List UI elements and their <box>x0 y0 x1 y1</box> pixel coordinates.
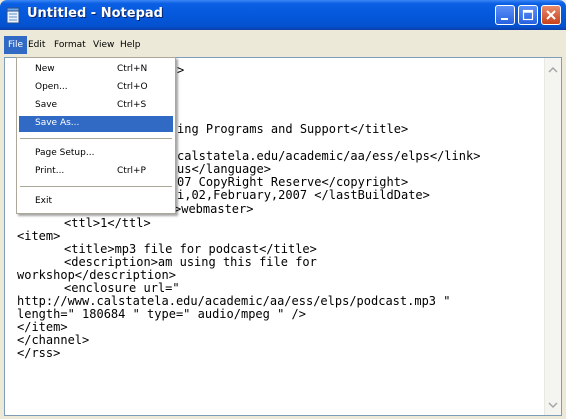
menu-help[interactable]: Help <box>116 36 145 54</box>
menu-item-label: Save As... <box>35 118 80 128</box>
editor-line: i,02,February,2007 </lastBuildDate> <box>177 188 430 202</box>
menu-separator <box>20 186 172 187</box>
menu-item-label: Page Setup... <box>35 148 95 158</box>
file-menu-dropdown: New Ctrl+N Open... Ctrl+O Save Ctrl+S Sa… <box>16 57 176 214</box>
menu-item-shortcut: Ctrl+O <box>117 82 148 92</box>
menu-item-new[interactable]: New Ctrl+N <box>19 62 173 78</box>
menu-format[interactable]: Format <box>50 36 90 54</box>
menu-separator <box>20 138 172 139</box>
menu-item-open[interactable]: Open... Ctrl+O <box>19 80 173 96</box>
editor-line: </rss> <box>17 346 61 360</box>
maximize-icon <box>522 9 534 21</box>
editor-line: <ttl>1</ttl> <box>64 216 151 230</box>
menu-item-save-as[interactable]: Save As... <box>19 116 173 132</box>
scroll-down-icon[interactable] <box>545 397 561 413</box>
scroll-up-icon[interactable] <box>545 62 561 78</box>
editor-line: <item> <box>17 229 61 243</box>
menu-item-page-setup[interactable]: Page Setup... <box>19 146 173 162</box>
minimize-icon <box>501 18 508 20</box>
notepad-window: Untitled - Notepad File Edit Format View… <box>0 0 566 419</box>
menu-item-label: Exit <box>35 196 53 206</box>
close-icon <box>546 10 556 20</box>
menu-item-label: Print... <box>35 166 65 176</box>
menu-bar: File Edit Format View Help <box>4 36 562 54</box>
vertical-scrollbar[interactable] <box>544 58 561 415</box>
menu-item-shortcut: Ctrl+S <box>117 100 147 110</box>
menu-item-label: Open... <box>35 82 68 92</box>
editor-line: ing Programs and Support</title> <box>177 122 409 136</box>
menu-item-label: Save <box>35 100 58 110</box>
editor-line: >webmaster> <box>174 202 254 216</box>
menu-item-print[interactable]: Print... Ctrl+P <box>19 164 173 180</box>
close-button[interactable] <box>541 5 561 25</box>
menu-item-exit[interactable]: Exit <box>19 194 173 210</box>
menu-view[interactable]: View <box>89 36 118 54</box>
editor-line: > <box>177 63 185 77</box>
menu-item-save[interactable]: Save Ctrl+S <box>19 98 173 114</box>
title-bar[interactable]: Untitled - Notepad <box>0 0 566 30</box>
window-title: Untitled - Notepad <box>27 6 163 21</box>
notepad-icon <box>6 7 20 24</box>
menu-item-label: New <box>35 64 55 74</box>
minimize-button[interactable] <box>495 5 515 25</box>
menu-edit[interactable]: Edit <box>24 36 49 54</box>
menu-item-shortcut: Ctrl+P <box>117 166 146 176</box>
maximize-button[interactable] <box>518 5 538 25</box>
menu-item-shortcut: Ctrl+N <box>117 64 148 74</box>
